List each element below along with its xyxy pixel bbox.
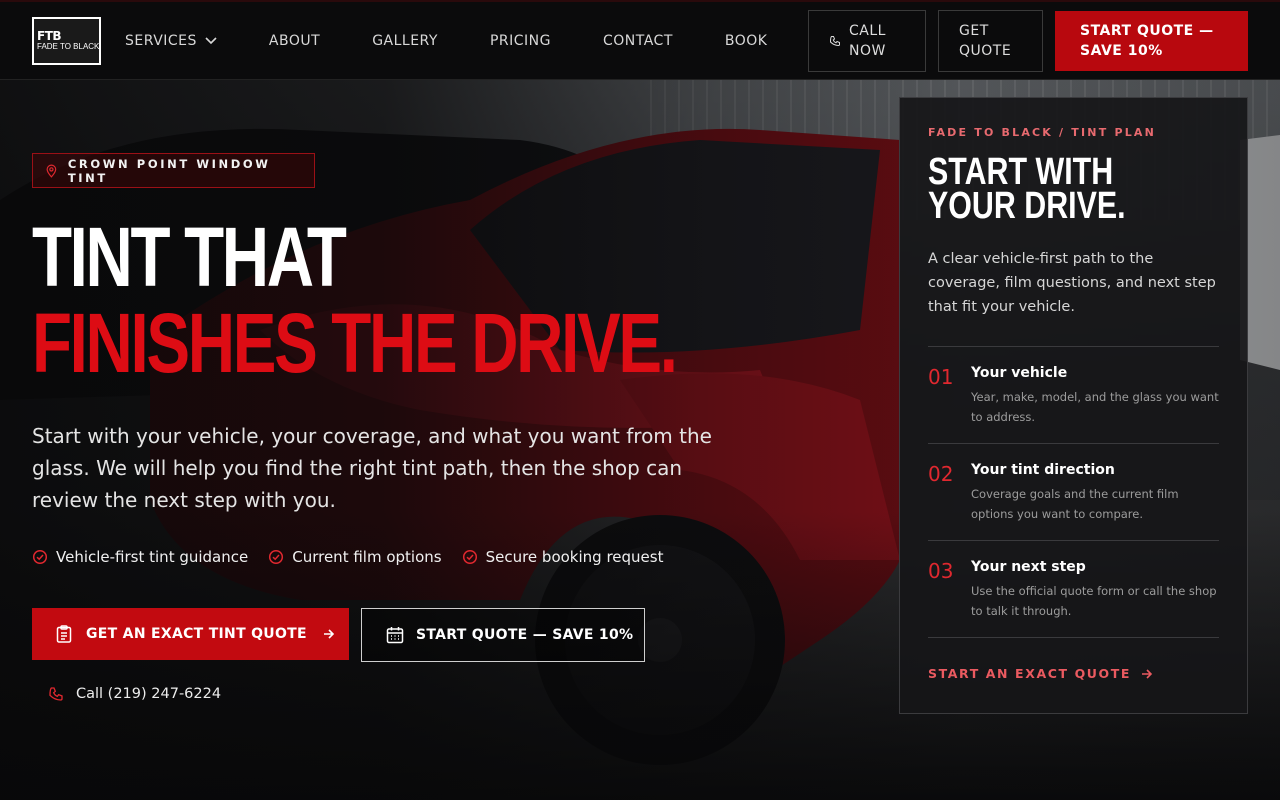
start-exact-quote-label: START AN EXACT QUOTE bbox=[928, 666, 1132, 681]
brand-logo[interactable]: FTB FADE TO BLACK bbox=[32, 16, 101, 65]
tint-plan-card: FADE TO BLACK / TINT PLAN START WITH YOU… bbox=[899, 97, 1248, 714]
nav-about[interactable]: ABOUT bbox=[269, 33, 320, 49]
arrow-right-icon bbox=[323, 629, 335, 639]
start-exact-quote-link[interactable]: START AN EXACT QUOTE bbox=[928, 666, 1219, 681]
start-quote-save-10-label: START QUOTE — SAVE 10% bbox=[416, 627, 634, 643]
feature-item: Secure booking request bbox=[462, 548, 664, 566]
step-text: Your vehicle Year, make, model, and the … bbox=[971, 365, 1219, 443]
location-badge: CROWN POINT WINDOW TINT bbox=[32, 153, 315, 188]
get-quote-line1: GET bbox=[959, 22, 989, 39]
step-text: Your tint direction Coverage goals and t… bbox=[971, 462, 1219, 540]
call-now-label: CALL NOW bbox=[849, 21, 886, 61]
card-description: A clear vehicle-first path to the covera… bbox=[928, 251, 1216, 315]
check-circle-icon bbox=[462, 549, 477, 565]
hero-headline: TINT THAT FINISHES THE DRIVE. bbox=[32, 214, 857, 386]
card-eyebrow: FADE TO BLACK / TINT PLAN bbox=[928, 126, 1157, 139]
nav-services[interactable]: SERVICES bbox=[125, 33, 217, 49]
phone-icon bbox=[829, 35, 841, 47]
site-header: FTB FADE TO BLACK SERVICES ABOUT GALLERY… bbox=[0, 0, 1280, 80]
clipboard-icon bbox=[56, 625, 72, 643]
nav-contact[interactable]: CONTACT bbox=[603, 33, 673, 49]
logo-subtitle: FADE TO BLACK bbox=[37, 41, 100, 51]
check-circle-icon bbox=[32, 549, 48, 565]
start-quote-line1: START QUOTE — bbox=[1080, 22, 1214, 39]
hero-headline-line1: TINT THAT bbox=[32, 210, 347, 304]
phone-icon bbox=[49, 687, 63, 701]
hero-headline-line2: FINISHES THE DRIVE. bbox=[32, 296, 678, 390]
feature-checklist: Vehicle-first tint guidance Current film… bbox=[32, 548, 683, 566]
main-nav: SERVICES ABOUT GALLERY PRICING CONTACT B… bbox=[125, 33, 767, 49]
logo-mark: FTB bbox=[37, 28, 62, 43]
start-quote-save-button[interactable]: START QUOTE — SAVE 10% bbox=[1055, 10, 1248, 71]
card-title-line2: YOUR DRIVE. bbox=[928, 185, 1126, 227]
start-quote-line2: SAVE 10% bbox=[1080, 42, 1163, 59]
card-title: START WITH YOUR DRIVE. bbox=[928, 153, 1161, 225]
step-number: 02 bbox=[928, 462, 954, 486]
feature-item: Current film options bbox=[268, 548, 442, 566]
step-number: 03 bbox=[928, 559, 954, 583]
hero-lede: Start with your vehicle, your coverage, … bbox=[32, 424, 712, 512]
plan-step: 02 Your tint direction Coverage goals an… bbox=[928, 444, 1219, 541]
location-badge-label: CROWN POINT WINDOW TINT bbox=[67, 156, 271, 185]
calendar-icon bbox=[386, 627, 404, 644]
map-pin-icon bbox=[46, 164, 57, 178]
exact-tint-quote-label: GET AN EXACT TINT QUOTE bbox=[86, 626, 307, 642]
check-circle-icon bbox=[269, 549, 284, 565]
feature-item-label: Vehicle-first tint guidance bbox=[56, 548, 249, 566]
start-quote-save-10-button[interactable]: START QUOTE — SAVE 10% bbox=[361, 608, 645, 662]
feature-item-label: Secure booking request bbox=[485, 548, 664, 566]
call-now-line2: NOW bbox=[849, 42, 886, 59]
call-now-line1: CALL bbox=[849, 22, 886, 39]
feature-item: Vehicle-first tint guidance bbox=[32, 548, 248, 566]
exact-tint-quote-button[interactable]: GET AN EXACT TINT QUOTE bbox=[32, 608, 349, 660]
chevron-down-icon bbox=[205, 36, 217, 44]
step-title: Your vehicle bbox=[971, 365, 1068, 381]
get-quote-line2: QUOTE bbox=[959, 42, 1012, 59]
get-quote-label: GET QUOTE bbox=[959, 21, 1011, 61]
plan-steps: 01 Your vehicle Year, make, model, and t… bbox=[928, 346, 1219, 638]
plan-step: 03 Your next step Use the official quote… bbox=[928, 541, 1219, 638]
step-number: 01 bbox=[928, 365, 954, 389]
start-quote-label: START QUOTE — SAVE 10% bbox=[1080, 21, 1214, 61]
step-title: Your tint direction bbox=[971, 462, 1115, 478]
arrow-right-icon bbox=[1142, 668, 1153, 679]
step-text: Your next step Use the official quote fo… bbox=[971, 559, 1219, 637]
step-title: Your next step bbox=[971, 559, 1086, 575]
step-description: Coverage goals and the current film opti… bbox=[971, 487, 1179, 521]
step-description: Use the official quote form or call the … bbox=[971, 584, 1217, 618]
nav-book[interactable]: BOOK bbox=[725, 33, 768, 49]
plan-step: 01 Your vehicle Year, make, model, and t… bbox=[928, 347, 1219, 444]
nav-gallery[interactable]: GALLERY bbox=[372, 33, 438, 49]
nav-services-label: SERVICES bbox=[125, 32, 197, 49]
phone-link-label: Call (219) 247-6224 bbox=[76, 686, 222, 702]
step-description: Year, make, model, and the glass you wan… bbox=[971, 390, 1219, 424]
phone-link[interactable]: Call (219) 247-6224 bbox=[48, 686, 221, 702]
logo-plate: FTB FADE TO BLACK bbox=[34, 18, 100, 63]
hero-cta-row: GET AN EXACT TINT QUOTE START QUOTE — SA… bbox=[32, 608, 645, 662]
get-quote-button[interactable]: GET QUOTE bbox=[938, 9, 1043, 72]
feature-item-label: Current film options bbox=[292, 548, 442, 566]
nav-pricing[interactable]: PRICING bbox=[490, 33, 551, 49]
header-actions: CALL NOW GET QUOTE START QUOTE — SAVE 10… bbox=[796, 9, 1248, 72]
call-now-button[interactable]: CALL NOW bbox=[808, 9, 926, 72]
